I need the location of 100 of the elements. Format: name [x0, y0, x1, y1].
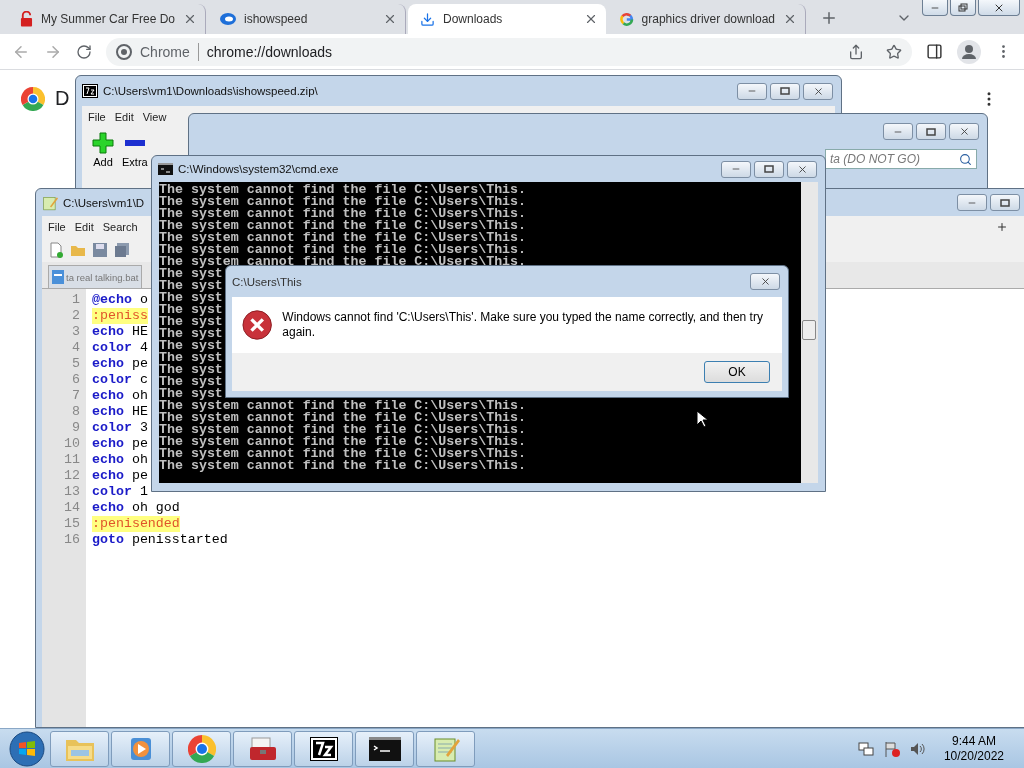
maximize-button[interactable] [770, 82, 800, 100]
restore-button[interactable] [950, 0, 976, 16]
menu-item[interactable]: Edit [74, 221, 94, 233]
address-bar[interactable]: Chrome chrome://downloads [106, 37, 912, 66]
file-tab[interactable]: ta real talking.bat [48, 265, 143, 288]
line-number: 7 [71, 388, 80, 404]
line-number: 10 [63, 436, 80, 452]
search-field[interactable]: ta (DO NOT GO) [825, 149, 977, 169]
maximize-button[interactable] [916, 123, 946, 140]
code-line: echo HE [92, 404, 148, 420]
network-icon[interactable] [857, 740, 874, 757]
search-icon [959, 152, 972, 166]
play-icon [128, 735, 153, 762]
console-line: The syst [159, 268, 223, 280]
console-line: The system cannot find the file C:\Users\This. [159, 232, 527, 244]
clock[interactable]: 9:44 AM 10/20/2022 [943, 733, 1004, 764]
line-number: 6 [71, 372, 80, 388]
minimize-button[interactable] [922, 0, 948, 16]
console-line: The syst [159, 352, 223, 364]
console-line: The syst [159, 340, 223, 352]
close-button[interactable] [787, 160, 817, 178]
code-line: color 3 [92, 420, 148, 436]
line-number: 1 [71, 292, 80, 308]
console-line: The system cannot find the file C:\Users\This. [159, 220, 527, 232]
close-tab-icon[interactable] [783, 12, 797, 26]
save-all-icon[interactable] [114, 242, 130, 258]
console-line: The system cannot find the file C:\Users\This. [159, 424, 527, 436]
terminal-icon [368, 736, 401, 761]
console-line: The syst [159, 376, 223, 388]
menu-item[interactable]: File [48, 221, 66, 233]
menu-item[interactable]: Edit [114, 111, 134, 123]
star-icon[interactable] [886, 43, 902, 60]
archive-icon [308, 735, 339, 762]
console-line: The syst [159, 292, 223, 304]
console-line: The system cannot find the file C:\Users\This. [159, 208, 527, 220]
save-icon[interactable] [92, 242, 108, 258]
code-line: echo oh god [92, 500, 180, 516]
code-line: color 1 [92, 484, 148, 500]
close-button[interactable] [978, 0, 1020, 16]
dialog-title: C:\Users\This [232, 275, 303, 288]
minimize-button[interactable] [737, 82, 767, 100]
line-number: 11 [63, 452, 80, 468]
share-icon[interactable] [848, 43, 864, 60]
code-line: @echo o [92, 292, 148, 308]
console-line: The system cannot find the file C:\Users\This. [159, 196, 527, 208]
close-button[interactable] [803, 82, 833, 100]
notepad-icon [42, 194, 58, 211]
minimize-button[interactable] [721, 160, 751, 178]
toolbox-icon [247, 735, 278, 762]
taskbar-button[interactable] [294, 730, 353, 767]
plus-icon[interactable] [996, 221, 1008, 233]
console-line: The system cannot find the file C:\Users\This. [159, 460, 527, 472]
menu-item[interactable]: File [88, 111, 106, 123]
code-line: echo pe [92, 356, 148, 372]
start-button[interactable] [6, 729, 48, 768]
maximize-button[interactable] [990, 194, 1020, 211]
close-tab-icon[interactable] [584, 12, 598, 26]
new-tab-icon[interactable] [820, 9, 838, 27]
reload-icon[interactable] [76, 43, 92, 60]
scrollbar[interactable] [801, 182, 818, 483]
new-file-icon[interactable] [48, 242, 64, 258]
profile-icon[interactable] [957, 39, 981, 64]
circle-logo-icon [116, 43, 132, 60]
menu-item[interactable]: View [142, 111, 167, 123]
console-line: The system cannot find the file C:\Users\This. [159, 412, 527, 424]
side-panel-icon[interactable] [926, 43, 943, 60]
close-tab-icon[interactable] [383, 12, 397, 26]
line-number: 3 [71, 324, 80, 340]
console-line: The syst [159, 316, 223, 328]
taskbar-button[interactable] [355, 730, 414, 767]
console-line: The syst [159, 328, 223, 340]
minimize-button[interactable] [883, 123, 913, 140]
plus-icon [92, 132, 114, 154]
console-line: The syst [159, 364, 223, 376]
ok-button[interactable]: OK [704, 361, 770, 383]
padlock-icon [20, 11, 33, 27]
url-text: chrome://downloads [206, 43, 333, 60]
minus-icon [124, 140, 145, 146]
toolbar-button[interactable]: Extra [122, 132, 148, 168]
code-line: echo oh [92, 452, 148, 468]
line-number: 8 [71, 404, 80, 420]
close-icon [812, 85, 824, 97]
line-number: 16 [63, 532, 80, 548]
download-icon [420, 11, 435, 27]
console-line: The system cannot find the file C:\Users\This. [159, 256, 527, 268]
menu-item[interactable]: Search [102, 221, 138, 233]
close-button[interactable] [949, 123, 979, 140]
line-number: 5 [71, 356, 80, 372]
restore-icon [958, 3, 968, 12]
swirl-icon [220, 13, 236, 25]
close-button[interactable] [750, 273, 780, 290]
flag-icon[interactable] [883, 740, 900, 757]
toolbar-button[interactable]: Add [92, 132, 114, 168]
code-line: echo pe [92, 436, 148, 452]
maximize-button[interactable] [754, 160, 784, 178]
browser-tab[interactable]: Downloads [408, 4, 606, 34]
line-number: 13 [63, 484, 80, 500]
code-line: color 4 [92, 340, 148, 356]
close-tab-icon[interactable] [183, 12, 197, 26]
minimize-button[interactable] [957, 194, 987, 211]
